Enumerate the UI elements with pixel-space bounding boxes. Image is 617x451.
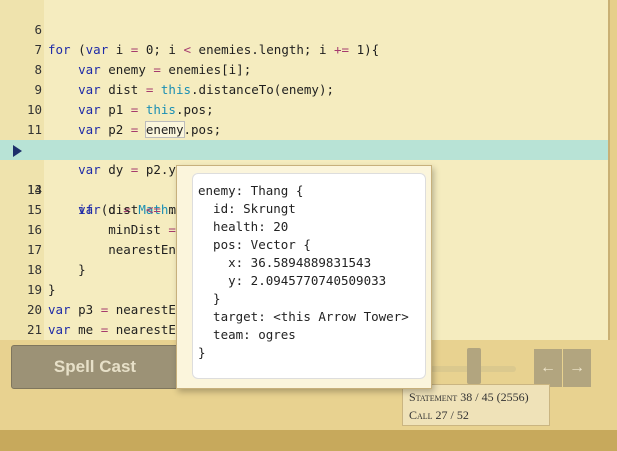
statement-counter: Statement 38 / 45 (2556) [409,390,529,404]
tooltip-line: y: 2.0945770740509033 [198,273,387,288]
code-line[interactable]: 6 for (var i = 0; i < enemies.length; i … [0,0,608,57]
panel-bottom-border [0,430,617,451]
tooltip-line: team: ogres [198,327,296,342]
debug-status-box: Statement 38 / 45 (2556) Call 27 / 52 [402,384,550,426]
tooltip-line: } [198,345,206,360]
code-line[interactable]: 11 var dx = p2.x - p1.x; [0,100,608,157]
step-forward-button[interactable]: → [563,349,591,387]
tooltip-content: enemy: Thang { id: Skrungt health: 20 po… [192,173,426,379]
tooltip-line: health: 20 [198,219,289,234]
tooltip-line: pos: Vector { [198,237,311,252]
spell-cast-button[interactable]: Spell Cast [11,345,179,389]
step-back-button[interactable]: ← [534,349,562,387]
current-line-arrow-icon [13,145,22,157]
code-line[interactable]: 10 var p2 = enemy.pos; [0,80,608,138]
tooltip-line: target: <this Arrow Tower> [198,309,409,324]
code-line[interactable]: 7 var enemy = enemies[i]; [0,20,608,77]
tooltip-line: enemy: Thang { [198,183,304,198]
tooltip-line: } [198,291,221,306]
arrow-right-icon: → [569,359,585,376]
timeline-slider-handle[interactable] [467,348,481,384]
code-line[interactable]: 9 var p1 = this.pos; [0,60,608,117]
code-line[interactable]: 12 var dy = p2.y - p1.y; [0,120,608,177]
variable-inspector-tooltip: enemy: Thang { id: Skrungt health: 20 po… [176,165,432,389]
code-line-current[interactable]: 13 var d = Math.sqrt(dx * dx + dy * dy); [0,140,608,217]
tooltip-line: x: 36.5894889831543 [198,255,372,270]
code-line[interactable]: 8 var dist = this.distanceTo(enemy); [0,40,608,97]
tooltip-line: id: Skrungt [198,201,296,216]
arrow-left-icon: ← [540,359,556,376]
call-counter: Call 27 / 52 [409,408,469,422]
